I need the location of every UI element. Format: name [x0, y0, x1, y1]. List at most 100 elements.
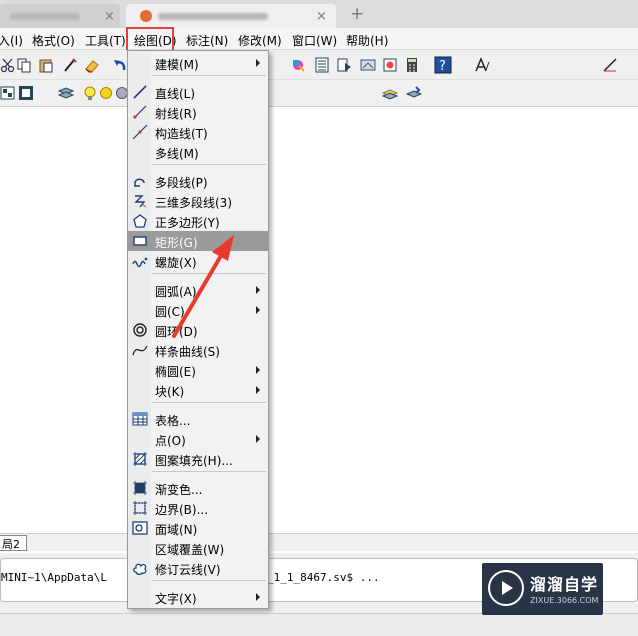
ray-icon [133, 105, 147, 119]
menu-item-label: 表格... [155, 414, 191, 428]
layers-stack-icon[interactable] [58, 85, 74, 101]
menu-separator [152, 164, 266, 165]
menu-item-label: 点(O) [155, 434, 186, 448]
region-icon [132, 521, 148, 535]
3d-polyline-icon [134, 195, 147, 208]
make-current-layer-icon[interactable] [382, 85, 398, 101]
rectangle-icon [133, 236, 147, 246]
submenu-arrow-icon [256, 593, 260, 601]
hatch-icon [133, 452, 147, 466]
menu-item-label: 样条曲线(S) [155, 345, 220, 359]
menu-bar: 入(I) 格式(O) 工具(T) 绘图(D) 标注(N) 修改(M) 窗口(W)… [0, 28, 638, 50]
paste-icon[interactable] [38, 57, 54, 73]
menu-item-3d-polyline[interactable]: 三维多段线(3) [128, 191, 268, 211]
menu-dimension[interactable]: 标注(N) [186, 32, 228, 49]
layer-manager-icon[interactable] [0, 85, 16, 101]
submenu-arrow-icon [256, 366, 260, 374]
status-bar [0, 613, 638, 636]
svg-text:?: ? [439, 59, 446, 74]
layout-tab-2[interactable]: 局2 [0, 535, 27, 551]
lightbulb-icon[interactable] [82, 85, 98, 101]
dimension-style-icon [603, 58, 617, 72]
menu-item-block[interactable]: 块(K) [128, 380, 268, 400]
spline-icon [132, 345, 148, 356]
menu-item-label: 图案填充(H)... [155, 454, 233, 468]
menu-tools[interactable]: 工具(T) [85, 32, 126, 49]
submenu-arrow-icon [256, 286, 260, 294]
menu-help[interactable]: 帮助(H) [346, 32, 388, 49]
boundary-icon [133, 501, 147, 515]
menu-item-label: 面域(N) [155, 523, 198, 537]
undo-icon[interactable] [112, 57, 128, 73]
menu-format[interactable]: 格式(O) [32, 32, 75, 49]
menu-item-point[interactable]: 点(O) [128, 429, 268, 449]
menu-item-ray[interactable]: 射线(R) [128, 102, 268, 122]
menu-item-gradient[interactable]: 渐变色... [128, 478, 268, 498]
layer-state-icon[interactable] [18, 85, 34, 101]
layer-previous-icon[interactable] [406, 85, 422, 101]
submenu-arrow-icon [256, 59, 260, 67]
browser-tab-1[interactable]: × [0, 4, 120, 28]
copy-icon[interactable] [16, 57, 32, 73]
new-tab-plus-icon[interactable]: + [350, 4, 364, 24]
menu-item-boundary[interactable]: 边界(B)... [128, 498, 268, 518]
menu-item-label: 多线(M) [155, 147, 199, 161]
menu-item-label: 直线(L) [155, 87, 196, 101]
sheet-set-icon[interactable] [336, 57, 352, 73]
help-icon[interactable]: ? [434, 56, 452, 74]
polygon-icon [133, 214, 147, 228]
layers-toolbar: ByLayer [0, 80, 638, 183]
revcloud-icon [133, 563, 147, 576]
menu-modify[interactable]: 修改(M) [238, 32, 282, 49]
menu-item-ellipse[interactable]: 椭圆(E) [128, 360, 268, 380]
menu-separator [152, 75, 266, 76]
tool-palette-icon[interactable] [314, 57, 330, 73]
tab-2-close-icon[interactable]: × [316, 9, 327, 24]
tab-2-title-blurred [158, 13, 268, 20]
cut-icon[interactable] [0, 57, 16, 73]
submenu-arrow-icon [256, 306, 260, 314]
watermark-subtitle: ZIXUE.3066.COM [530, 596, 599, 605]
browser-tab-2[interactable]: × [126, 4, 336, 28]
menu-item-polyline[interactable]: 多段线(P) [128, 171, 268, 191]
command-history-left: MINI~1\AppData\L [1, 571, 107, 584]
menu-item-label: 正多边形(Y) [155, 216, 220, 230]
menu-item-text[interactable]: 文字(X) [128, 587, 268, 607]
menu-item-modeling[interactable]: 建模(M) [128, 53, 268, 73]
eraser-icon[interactable] [84, 57, 100, 73]
menu-item-label: 椭圆(E) [155, 365, 196, 379]
title-bar: × × + [0, 0, 638, 28]
menu-insert[interactable]: 入(I) [0, 32, 23, 49]
design-center-icon[interactable] [290, 57, 306, 73]
menu-item-region[interactable]: 面域(N) [128, 518, 268, 538]
markup-icon[interactable] [360, 57, 376, 73]
line-icon [133, 85, 147, 99]
menu-item-spline[interactable]: 样条曲线(S) [128, 340, 268, 360]
menu-item-label: 区域覆盖(W) [155, 543, 225, 557]
menu-item-revcloud[interactable]: 修订云线(V) [128, 558, 268, 578]
table-icon [132, 412, 148, 426]
menu-item-table[interactable]: 表格... [128, 409, 268, 429]
drawing-area[interactable] [0, 107, 638, 535]
menu-item-xline[interactable]: 构造线(T) [128, 122, 268, 142]
menu-item-label: 多段线(P) [155, 176, 208, 190]
menu-item-hatch[interactable]: 图案填充(H)... [128, 449, 268, 469]
menu-separator [152, 580, 266, 581]
menu-item-polygon[interactable]: 正多边形(Y) [128, 211, 268, 231]
match-properties-icon[interactable] [62, 57, 78, 73]
menu-item-line[interactable]: 直线(L) [128, 82, 268, 102]
menu-item-wipeout[interactable]: 区域覆盖(W) [128, 538, 268, 558]
block-editor-icon[interactable] [382, 57, 398, 73]
tab-1-close-icon[interactable]: × [104, 9, 115, 24]
submenu-arrow-icon [256, 435, 260, 443]
menu-item-label: 构造线(T) [155, 127, 208, 141]
menu-item-label: 边界(B)... [155, 503, 209, 517]
freeze-sun-icon[interactable] [98, 85, 114, 101]
menu-item-label: 块(K) [155, 385, 185, 399]
menu-item-label: 文字(X) [155, 592, 197, 606]
tab-1-title-blurred [10, 13, 80, 20]
calculator-icon[interactable] [404, 57, 420, 73]
menu-window[interactable]: 窗口(W) [292, 32, 337, 49]
menu-item-mline[interactable]: 多线(M) [128, 142, 268, 162]
tab-2-app-icon [140, 10, 152, 22]
